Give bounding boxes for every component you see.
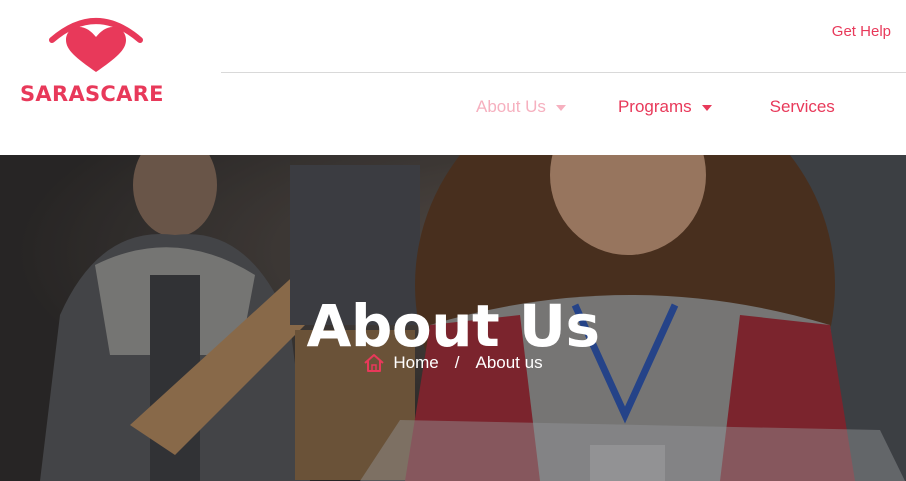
header-divider bbox=[221, 72, 906, 73]
nav-item-services[interactable]: Services bbox=[770, 97, 835, 117]
logo-text: SARASCARE bbox=[20, 82, 164, 106]
page-title: About Us bbox=[306, 291, 600, 360]
nav-item-programs[interactable]: Programs bbox=[618, 97, 712, 117]
nav-item-label: About Us bbox=[476, 97, 546, 116]
nav-item-about-us[interactable]: About Us bbox=[476, 97, 566, 117]
home-icon[interactable] bbox=[363, 353, 385, 373]
breadcrumb-home-link[interactable]: Home bbox=[393, 353, 438, 373]
page: SARASCARE Get Help About Us Programs Ser… bbox=[0, 0, 906, 481]
get-help-link[interactable]: Get Help bbox=[832, 23, 891, 40]
logo[interactable]: SARASCARE bbox=[18, 12, 178, 112]
chevron-down-icon bbox=[701, 105, 712, 111]
breadcrumb-current: About us bbox=[475, 353, 543, 372]
heart-umbrella-icon bbox=[49, 18, 143, 72]
breadcrumb: Home / About us bbox=[0, 353, 906, 373]
nav-item-label: Programs bbox=[617, 97, 692, 116]
main-nav: About Us Programs Services bbox=[476, 95, 835, 119]
breadcrumb-separator: / bbox=[454, 353, 460, 372]
chevron-down-icon bbox=[555, 105, 566, 111]
hero-banner: About Us Home / About us bbox=[0, 155, 906, 481]
site-header: SARASCARE Get Help About Us Programs Ser… bbox=[0, 0, 906, 155]
nav-item-label: Services bbox=[769, 97, 835, 116]
